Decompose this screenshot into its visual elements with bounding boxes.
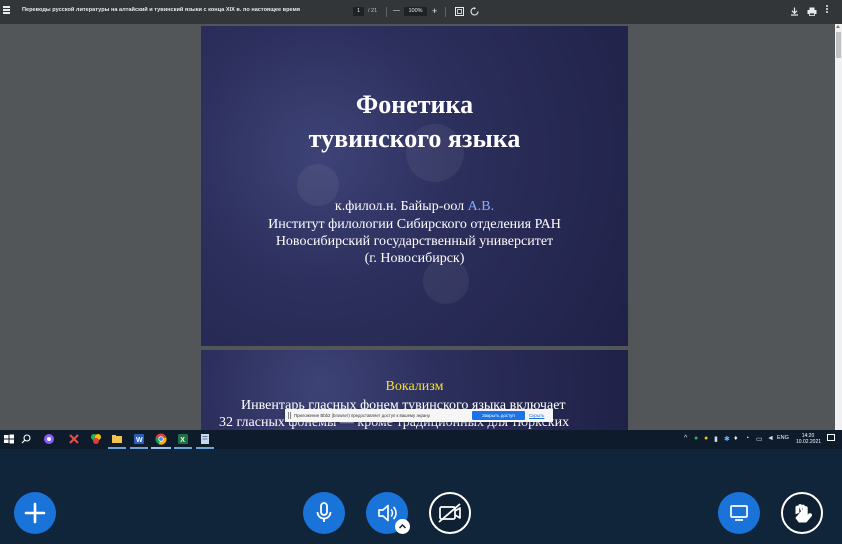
wifi-icon[interactable]: ◔ [745,435,749,442]
app-icon-colorful[interactable] [90,433,102,445]
scroll-up-icon[interactable] [836,25,840,28]
page-total: / 21 [368,8,378,14]
microphone-button[interactable] [303,492,345,534]
excel-icon[interactable]: X [177,433,189,445]
clock[interactable]: 14:20 10.02.2021 [796,433,822,445]
conference-controls-bar [0,449,842,544]
zoom-level-input[interactable]: 100% [404,7,427,16]
svg-text:X: X [180,437,185,444]
menu-icon[interactable] [3,6,10,8]
volume-icon[interactable]: ◄ [767,435,774,442]
camera-button[interactable] [429,492,471,534]
tray-app-icon[interactable]: ● [694,435,698,442]
section-title: Вокализм [385,379,444,394]
zoom-in-button[interactable]: + [432,6,437,16]
plus-icon [24,502,46,524]
windows-taskbar: W X ^ ● ● ▮ ✱ ♦ ◔ ▭ ◄ ENG 14:20 10.02.20… [0,430,842,449]
chevron-up-icon [398,523,407,529]
svg-text:W: W [136,437,143,444]
hand-icon [795,504,812,523]
author-initials: А.В. [467,199,495,214]
clock-date: 10.02.2021 [796,439,822,445]
stop-sharing-button[interactable]: Закрыть доступ [472,411,525,420]
download-icon[interactable] [790,7,799,16]
slide-page-1: Фонетика тувинского языка к.филол.н. Бай… [201,26,628,346]
toolbar-divider [445,7,446,17]
bluetooth-icon[interactable]: ✱ [724,435,730,443]
keyboard-language[interactable]: ENG [777,435,789,441]
fit-page-icon[interactable] [455,7,464,16]
print-icon[interactable] [807,7,817,16]
app-icon-generic[interactable] [199,433,211,445]
file-explorer-icon[interactable] [111,433,123,445]
chrome-icon[interactable] [155,433,167,445]
vertical-scrollbar[interactable] [835,24,842,430]
word-icon[interactable]: W [133,433,145,445]
tray-app-icon[interactable]: ♦ [734,435,738,442]
rotate-icon[interactable] [470,7,479,16]
city-line: (г. Новосибирск) [364,251,465,266]
notifications-icon[interactable] [827,434,835,441]
audio-settings-toggle[interactable] [395,519,410,534]
screen-share-button[interactable] [718,492,760,534]
hide-notice-link[interactable]: Скрыть [529,413,544,418]
author-line: к.филол.н. Байыр-оол А.В. [334,199,495,214]
share-notice-text: Приложение Bbb2 (browser) предоставляет … [294,413,431,418]
more-options-icon[interactable] [826,5,828,7]
tray-app-icon[interactable]: ● [704,435,708,442]
institution-line: Институт филологии Сибирского отделения … [268,217,561,232]
slide-title: Фонетика тувинского языка [308,90,521,153]
search-icon[interactable] [20,433,32,445]
show-hidden-icons-icon[interactable]: ^ [684,435,687,442]
windows-start-icon[interactable] [3,433,15,445]
document-viewport[interactable]: Фонетика тувинского языка к.филол.н. Бай… [0,24,842,430]
zoom-out-button[interactable]: — [393,6,400,16]
screen-share-notification: Приложение Bbb2 (browser) предоставляет … [285,409,553,422]
toolbar-divider [386,7,387,17]
battery-icon[interactable]: ▭ [756,435,763,443]
page-number-input[interactable]: 1 [353,7,364,16]
alice-assistant-icon[interactable] [43,433,55,445]
document-title: Переводы русской литературы на алтайский… [22,7,300,13]
raise-hand-button[interactable] [781,492,823,534]
scrollbar-thumb[interactable] [836,32,841,58]
university-line: Новосибирский государственный университе… [275,234,554,249]
pdf-toolbar: Переводы русской литературы на алтайский… [0,0,842,24]
actions-button[interactable] [14,492,56,534]
microphone-icon [316,502,332,522]
desktop-icon [730,505,748,521]
tray-app-icon[interactable]: ▮ [714,435,718,443]
app-icon-red[interactable] [68,433,80,445]
drag-handle-icon[interactable] [288,412,289,419]
camera-off-icon [438,503,461,523]
